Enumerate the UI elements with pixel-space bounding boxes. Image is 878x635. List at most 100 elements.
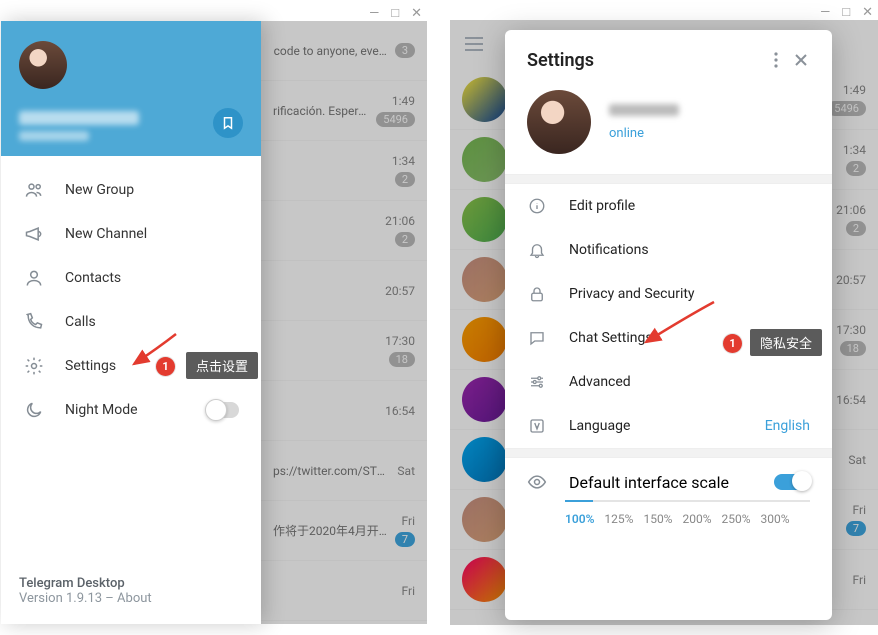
language-value: English bbox=[765, 418, 810, 434]
item-label: Chat Settings bbox=[569, 330, 653, 346]
chat-time: 1:34 bbox=[392, 154, 415, 168]
chat-time: Sat bbox=[848, 453, 866, 467]
unread-badge: 18 bbox=[389, 352, 415, 367]
more-icon[interactable] bbox=[766, 48, 786, 72]
chat-avatar bbox=[462, 497, 507, 542]
unread-badge: 7 bbox=[395, 532, 415, 547]
menu-new-group[interactable]: New Group bbox=[1, 168, 261, 212]
settings-language[interactable]: Language English bbox=[505, 404, 832, 448]
chat-avatar bbox=[462, 257, 507, 302]
lock-icon bbox=[527, 285, 547, 303]
settings-header: Settings bbox=[505, 30, 832, 82]
drawer-footer: Telegram Desktop Version 1.9.13 – About bbox=[19, 576, 152, 606]
close-button[interactable]: ✕ bbox=[862, 5, 873, 20]
separator bbox=[505, 174, 832, 184]
unread-badge: 2 bbox=[395, 232, 415, 247]
chat-preview: 作将于2020年4月开播… bbox=[273, 522, 387, 539]
settings-privacy-security[interactable]: Privacy and Security bbox=[505, 272, 832, 316]
profile-status: online bbox=[609, 126, 679, 141]
chat-time: 16:54 bbox=[385, 404, 415, 418]
item-label: Advanced bbox=[569, 374, 631, 390]
menu-calls[interactable]: Calls bbox=[1, 300, 261, 344]
settings-profile[interactable]: online bbox=[505, 82, 832, 174]
chat-row[interactable]: 20:57 bbox=[261, 261, 427, 321]
chat-time: 21:06 bbox=[385, 214, 415, 228]
night-mode-toggle[interactable] bbox=[207, 402, 239, 418]
chat-time: Fri bbox=[853, 573, 866, 587]
moon-icon bbox=[23, 400, 45, 420]
person-icon bbox=[23, 268, 45, 288]
main-menu-drawer: New Group New Channel Contacts Calls Set… bbox=[1, 21, 261, 624]
panel-step-1: — □ ✕ code to anyone, eve…3rificación. E… bbox=[0, 0, 428, 625]
maximize-button[interactable]: □ bbox=[842, 4, 850, 20]
item-label: Language bbox=[569, 418, 630, 434]
chat-avatar bbox=[462, 137, 507, 182]
panel-step-2: — □ ✕ 1:4954961:34221:06220:5717:301816:… bbox=[450, 0, 878, 625]
menu-new-channel[interactable]: New Channel bbox=[1, 212, 261, 256]
eye-icon bbox=[527, 472, 547, 492]
chat-row[interactable]: code to anyone, eve…3 bbox=[261, 21, 427, 81]
chat-time: Fri bbox=[853, 503, 866, 517]
chat-avatar bbox=[462, 77, 507, 122]
app-version[interactable]: Version 1.9.13 – About bbox=[19, 591, 152, 606]
drawer-menu-list: New Group New Channel Contacts Calls Set… bbox=[1, 156, 261, 444]
menu-label: Night Mode bbox=[65, 402, 138, 418]
chat-row[interactable]: rificación. Espera…1:495496 bbox=[261, 81, 427, 141]
minimize-button[interactable]: — bbox=[820, 5, 830, 20]
scale-opt-200[interactable]: 200% bbox=[682, 508, 711, 526]
scale-options[interactable]: 100% 125% 150% 200% 250% 300% bbox=[505, 498, 832, 544]
chat-row[interactable]: 21:06 2 bbox=[261, 201, 427, 261]
profile-name bbox=[609, 104, 679, 116]
chat-time: 16:54 bbox=[836, 393, 866, 407]
chat-row[interactable]: 1:342 bbox=[261, 141, 427, 201]
unread-badge: 2 bbox=[846, 221, 866, 236]
scale-opt-150[interactable]: 150% bbox=[643, 508, 672, 526]
chat-row[interactable]: Fri bbox=[261, 561, 427, 621]
settings-edit-profile[interactable]: Edit profile bbox=[505, 184, 832, 228]
settings-advanced[interactable]: Advanced bbox=[505, 360, 832, 404]
chat-icon bbox=[527, 329, 547, 347]
app-name: Telegram Desktop bbox=[19, 576, 152, 591]
scale-opt-125[interactable]: 125% bbox=[604, 508, 633, 526]
chat-avatar bbox=[462, 377, 507, 422]
minimize-button[interactable]: — bbox=[369, 6, 379, 21]
settings-notifications[interactable]: Notifications bbox=[505, 228, 832, 272]
settings-list: Edit profile Notifications Privacy and S… bbox=[505, 184, 832, 448]
scale-opt-300[interactable]: 300% bbox=[761, 508, 790, 526]
chat-row[interactable]: 作将于2020年4月开播… Fri 7 bbox=[261, 501, 427, 561]
callout-badge-2: 1 bbox=[723, 334, 742, 353]
scale-opt-250[interactable]: 250% bbox=[722, 508, 751, 526]
close-button[interactable]: ✕ bbox=[411, 6, 422, 21]
unread-badge: 5496 bbox=[376, 112, 415, 127]
chat-time: Sat bbox=[397, 464, 415, 478]
maximize-button[interactable]: □ bbox=[391, 5, 399, 21]
chat-row[interactable]: ps://twitter.com/STKM_… Sat bbox=[261, 441, 427, 501]
chat-preview: ps://twitter.com/STKM_… bbox=[273, 464, 389, 478]
chat-row[interactable]: 17:30 18 bbox=[261, 321, 427, 381]
chat-row[interactable]: 16:54 bbox=[261, 381, 427, 441]
unread-badge: 2 bbox=[846, 161, 866, 176]
unread-badge: 5496 bbox=[827, 101, 866, 116]
hamburger-icon[interactable] bbox=[464, 36, 484, 52]
user-avatar[interactable] bbox=[19, 41, 67, 89]
menu-contacts[interactable]: Contacts bbox=[1, 256, 261, 300]
scale-opt-100[interactable]: 100% bbox=[565, 508, 594, 526]
language-icon bbox=[527, 417, 547, 435]
info-icon bbox=[527, 197, 547, 215]
profile-info: online bbox=[609, 104, 679, 141]
chat-time: Fri bbox=[402, 584, 415, 598]
scale-toggle[interactable] bbox=[774, 474, 810, 490]
separator bbox=[505, 448, 832, 458]
chat-time: Fri bbox=[402, 514, 415, 528]
saved-messages-button[interactable] bbox=[213, 108, 243, 138]
unread-badge: 7 bbox=[846, 521, 866, 536]
close-icon[interactable] bbox=[786, 49, 816, 71]
chat-time: 17:30 bbox=[385, 334, 415, 348]
chat-avatar bbox=[462, 197, 507, 242]
chat-time: 20:57 bbox=[385, 284, 415, 298]
user-name bbox=[19, 111, 139, 125]
menu-night-mode[interactable]: Night Mode bbox=[1, 388, 261, 432]
settings-title: Settings bbox=[527, 50, 766, 71]
drawer-header bbox=[1, 21, 261, 156]
chat-time: 1:34 bbox=[843, 143, 866, 157]
